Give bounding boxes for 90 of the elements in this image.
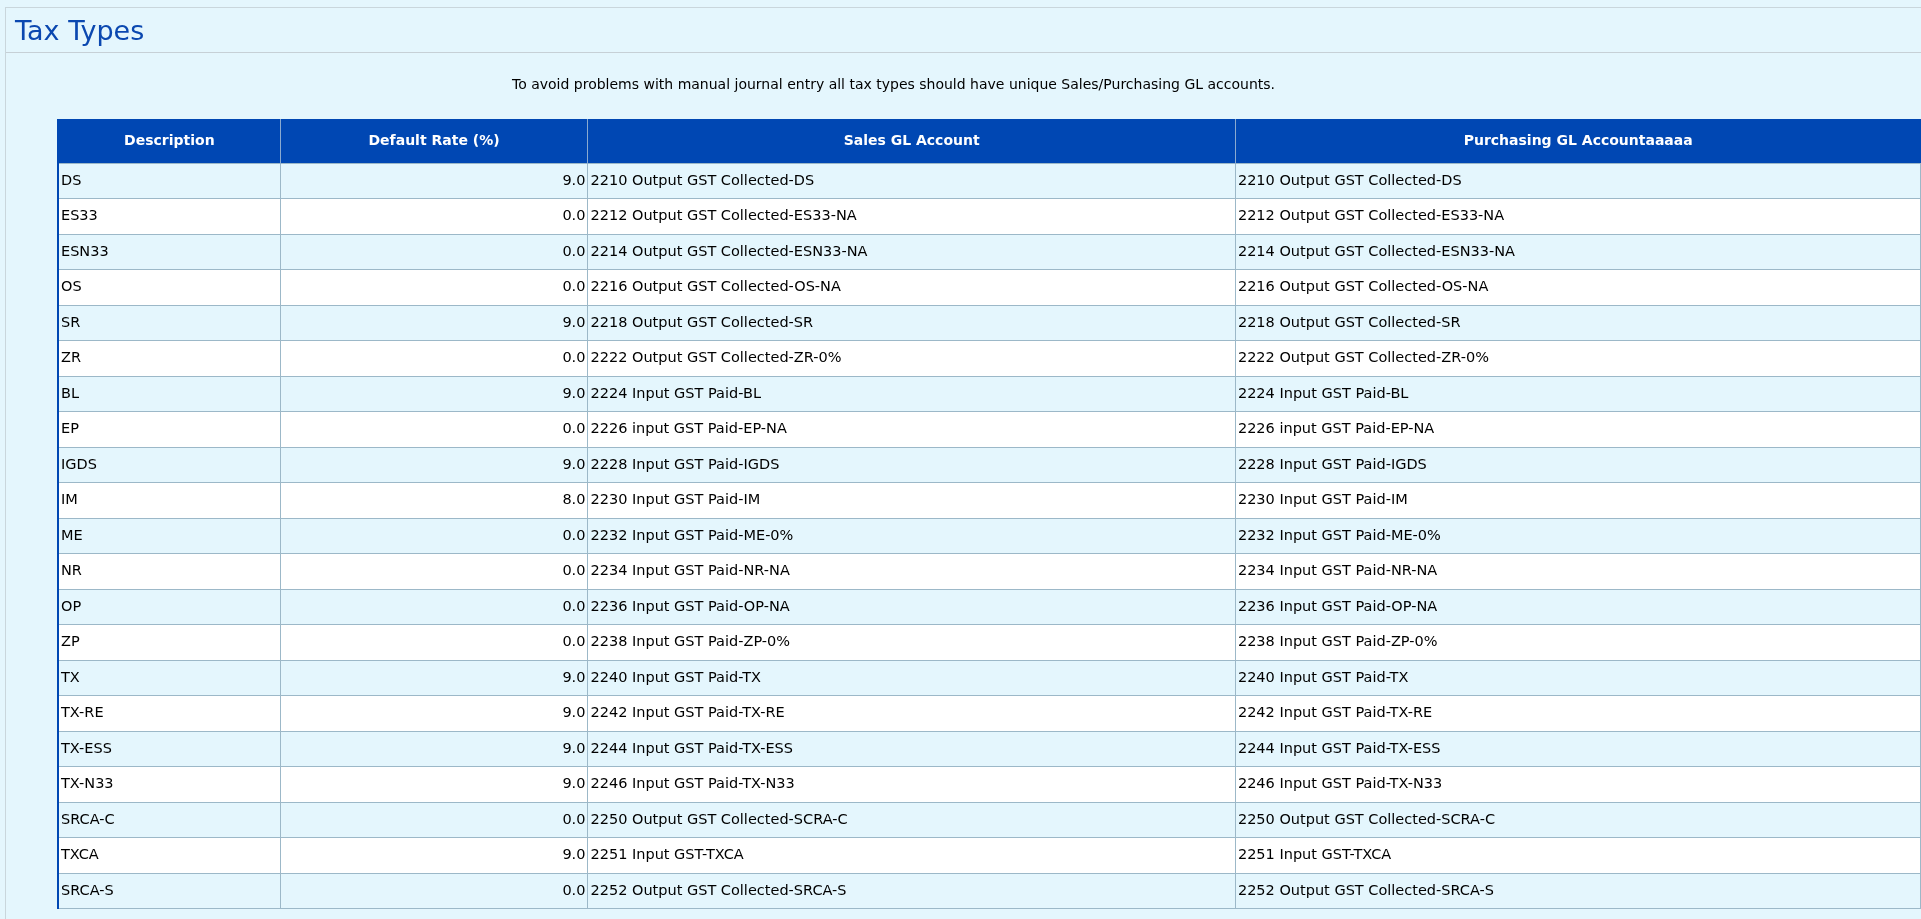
table-cell: 2244 Input GST Paid-TX-ESS [587,731,1236,767]
table-cell: 2252 Output GST Collected-SRCA-S [1235,873,1921,909]
table-cell: 9.0 [280,660,588,696]
table-cell: 9.0 [280,731,588,767]
table-cell: 2252 Output GST Collected-SRCA-S [587,873,1236,909]
table-cell: 2210 Output GST Collected-DS [1235,163,1921,199]
table-cell: 2250 Output GST Collected-SCRA-C [587,802,1236,838]
table-cell: 2240 Input GST Paid-TX [587,660,1236,696]
table-cell: 0.0 [280,198,588,234]
table-cell: 0.0 [280,553,588,589]
table-cell: ZP [58,624,281,660]
table-cell: ME [58,518,281,554]
table-cell: 2246 Input GST Paid-TX-N33 [1235,766,1921,802]
table-cell: 2228 Input GST Paid-IGDS [1235,447,1921,483]
table-cell: 2242 Input GST Paid-TX-RE [1235,695,1921,731]
table-cell: ESN33 [58,234,281,270]
table-cell: TX-N33 [58,766,281,802]
table-cell: 2242 Input GST Paid-TX-RE [587,695,1236,731]
table-cell: 0.0 [280,589,588,625]
table-cell: 2228 Input GST Paid-IGDS [587,447,1236,483]
table-cell: NR [58,553,281,589]
table-cell: 0.0 [280,340,588,376]
table-cell: 9.0 [280,163,588,199]
table-cell: 2216 Output GST Collected-OS-NA [1235,269,1921,305]
table-cell: 2224 Input GST Paid-BL [1235,376,1921,412]
table-cell: TX [58,660,281,696]
table-cell: DS [58,163,281,199]
column-header: Sales GL Account [587,119,1236,163]
table-cell: OP [58,589,281,625]
column-header: Description [58,119,281,163]
table-cell: TX-RE [58,695,281,731]
table-cell: 2250 Output GST Collected-SCRA-C [1235,802,1921,838]
table-cell: SR [58,305,281,341]
table-cell: 2232 Input GST Paid-ME-0% [587,518,1236,554]
table-cell: SRCA-C [58,802,281,838]
table-cell: 0.0 [280,624,588,660]
page-title: Tax Types [15,14,145,48]
table-cell: 2251 Input GST-TXCA [1235,837,1921,873]
table-cell: 0.0 [280,234,588,270]
table-cell: 9.0 [280,766,588,802]
table-cell: OS [58,269,281,305]
table-cell: 2240 Input GST Paid-TX [1235,660,1921,696]
table-cell: 2230 Input GST Paid-IM [587,482,1236,518]
table-cell: TXCA [58,837,281,873]
table-cell: 2216 Output GST Collected-OS-NA [587,269,1236,305]
table-cell: 2236 Input GST Paid-OP-NA [587,589,1236,625]
table-cell: 2224 Input GST Paid-BL [587,376,1236,412]
table-cell: 0.0 [280,411,588,447]
table-cell: TX-ESS [58,731,281,767]
table-cell: 9.0 [280,376,588,412]
table-cell: 9.0 [280,305,588,341]
table-cell: 9.0 [280,447,588,483]
table-cell: 0.0 [280,802,588,838]
table-cell: 0.0 [280,873,588,909]
table-cell: 2222 Output GST Collected-ZR-0% [1235,340,1921,376]
column-header: Default Rate (%) [280,119,588,163]
notice-text: To avoid problems with manual journal entry all tax types should have unique Sales/Purchasing GL accounts. [512,75,1275,94]
table-cell: EP [58,411,281,447]
table-cell: 2232 Input GST Paid-ME-0% [1235,518,1921,554]
table-cell: 8.0 [280,482,588,518]
table-cell: 2222 Output GST Collected-ZR-0% [587,340,1236,376]
table-cell: SRCA-S [58,873,281,909]
table-cell: 9.0 [280,695,588,731]
table-cell: 2212 Output GST Collected-ES33-NA [1235,198,1921,234]
table-cell: 2212 Output GST Collected-ES33-NA [587,198,1236,234]
table-cell: 9.0 [280,837,588,873]
table-cell: 2238 Input GST Paid-ZP-0% [587,624,1236,660]
table-cell: 2218 Output GST Collected-SR [1235,305,1921,341]
table-cell: 2230 Input GST Paid-IM [1235,482,1921,518]
table-cell: ES33 [58,198,281,234]
table-cell: 2236 Input GST Paid-OP-NA [1235,589,1921,625]
table-cell: 2234 Input GST Paid-NR-NA [1235,553,1921,589]
table-cell: 2251 Input GST-TXCA [587,837,1236,873]
table-cell: 2246 Input GST Paid-TX-N33 [587,766,1236,802]
table-cell: IM [58,482,281,518]
table-cell: 2214 Output GST Collected-ESN33-NA [1235,234,1921,270]
table-cell: 2210 Output GST Collected-DS [587,163,1236,199]
column-header: Purchasing GL Accountaaaaa [1235,119,1921,163]
table-cell: 2218 Output GST Collected-SR [587,305,1236,341]
table-cell: 2234 Input GST Paid-NR-NA [587,553,1236,589]
table-cell: ZR [58,340,281,376]
table-cell: BL [58,376,281,412]
table-cell: 2244 Input GST Paid-TX-ESS [1235,731,1921,767]
table-cell: 2214 Output GST Collected-ESN33-NA [587,234,1236,270]
table-cell: 2238 Input GST Paid-ZP-0% [1235,624,1921,660]
table-cell: 2226 input GST Paid-EP-NA [1235,411,1921,447]
table-cell: 2226 input GST Paid-EP-NA [587,411,1236,447]
table-cell: IGDS [58,447,281,483]
table-cell: 0.0 [280,518,588,554]
table-cell: 0.0 [280,269,588,305]
